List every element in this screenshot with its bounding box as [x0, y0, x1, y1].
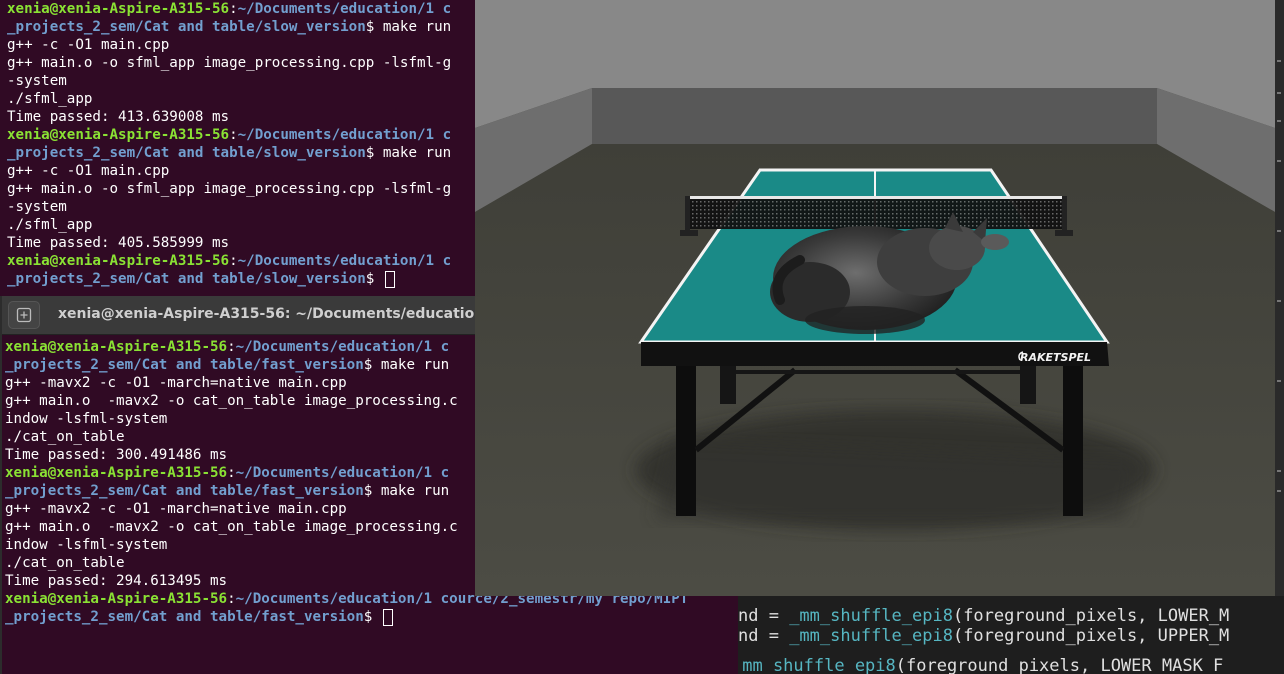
prompt-user: xenia@xenia-Aspire-A315-56	[7, 253, 230, 269]
prompt-path: ~/Documents/education/1 c	[235, 465, 450, 481]
output-text: g++ -c -O1 main.cpp	[7, 37, 170, 53]
minimap-mark	[1277, 92, 1281, 94]
code-token: (foreground_pixels, LOWER_MASK_F	[895, 656, 1224, 674]
minimap-mark	[1277, 380, 1281, 382]
prompt-path: _projects_2_sem/Cat and table/slow_versi…	[7, 19, 366, 35]
cat-on-table-render: RAKETSPEL	[475, 0, 1275, 596]
terminal-line: g++ -c -O1 main.cpp	[7, 162, 476, 180]
output-text: g++ -mavx2 -c -O1 -march=native main.cpp	[5, 375, 347, 391]
output-text: -system	[7, 199, 67, 215]
sfml-app-window[interactable]: RAKETSPEL	[475, 0, 1275, 596]
prompt-path: _projects_2_sem/Cat and table/fast_versi…	[5, 609, 364, 625]
prompt-user: xenia@xenia-Aspire-A315-56	[5, 591, 228, 607]
background-window-edge	[1275, 0, 1284, 596]
minimap-mark	[1277, 490, 1281, 492]
minimap-mark	[1277, 160, 1281, 162]
command-text: $	[365, 271, 383, 287]
prompt-path: _projects_2_sem/Cat and table/slow_versi…	[7, 145, 366, 161]
minimap-mark	[1277, 300, 1281, 302]
code-token: nd =	[738, 626, 790, 646]
prompt-separator: :	[227, 465, 236, 481]
output-text: Time passed: 294.613495 ms	[5, 573, 228, 589]
minimap-mark	[1277, 470, 1281, 472]
terminal-line: xenia@xenia-Aspire-A315-56: ~/Documents/e…	[7, 126, 476, 144]
prompt-separator: :	[229, 1, 238, 17]
terminal-line: -system	[7, 72, 476, 90]
terminal-line: -system	[7, 198, 476, 216]
output-text: ./cat_on_table	[5, 555, 125, 571]
text-cursor	[382, 609, 393, 626]
code-line: _mm_shuffle_epi8(foreground_pixels, LOWE…	[738, 656, 1223, 674]
code-editor[interactable]: nd = _mm_shuffle_epi8(foreground_pixels,…	[738, 596, 1284, 674]
output-text: Time passed: 405.585999 ms	[7, 235, 230, 251]
prompt-path: _projects_2_sem/Cat and table/fast_versi…	[5, 357, 364, 373]
code-function: _mm_shuffle_epi8	[789, 626, 953, 646]
terminal-line: _projects_2_sem/Cat and table/slow_versi…	[7, 18, 476, 36]
prompt-path: ~/Documents/education/1 c	[237, 253, 452, 269]
output-text: g++ -mavx2 -c -O1 -march=native main.cpp	[5, 501, 347, 517]
command-text: $ make run	[365, 19, 452, 35]
output-text: g++ main.o -o sfml_app image_processing.…	[7, 55, 452, 71]
prompt-user: xenia@xenia-Aspire-A315-56	[5, 339, 228, 355]
terminal-line: ./sfml_app	[7, 216, 476, 234]
terminal-window-slow[interactable]: xenia@xenia-Aspire-A315-56: ~/Documents/e…	[0, 0, 476, 296]
output-text: indow -lsfml-system	[5, 411, 168, 427]
terminal-line: _projects_2_sem/Cat and table/slow_versi…	[7, 144, 476, 162]
output-text: Time passed: 413.639008 ms	[7, 109, 230, 125]
terminal-line: g++ -c -O1 main.cpp	[7, 36, 476, 54]
prompt-separator: :	[227, 591, 236, 607]
prompt-path: ~/Documents/education/1 c	[235, 339, 450, 355]
prompt-path: ~/Documents/education/1 c	[237, 127, 452, 143]
prompt-path: _projects_2_sem/Cat and table/fast_versi…	[5, 483, 364, 499]
output-text: g++ -c -O1 main.cpp	[7, 163, 170, 179]
output-text: g++ main.o -mavx2 -o cat_on_table image_…	[5, 519, 458, 535]
code-token: nd =	[738, 606, 790, 626]
output-text: indow -lsfml-system	[5, 537, 168, 553]
table-brand-text: RAKETSPEL	[1020, 351, 1091, 364]
code-token: (foreground_pixels, LOWER_M	[952, 606, 1230, 626]
command-text: $	[363, 609, 381, 625]
prompt-user: xenia@xenia-Aspire-A315-56	[7, 127, 230, 143]
desktop: xenia@xenia-Aspire-A315-56: ~/Documents/e…	[0, 0, 1284, 674]
output-text: Time passed: 300.491486 ms	[5, 447, 228, 463]
code-function: _mm_shuffle_epi8	[789, 606, 953, 626]
output-text: ./cat_on_table	[5, 429, 125, 445]
minimap-mark	[1277, 230, 1281, 232]
code-token: (foreground_pixels, UPPER_M	[952, 626, 1230, 646]
terminal-line: g++ main.o -o sfml_app image_processing.…	[7, 54, 476, 72]
prompt-user: xenia@xenia-Aspire-A315-56	[5, 465, 228, 481]
new-tab-icon	[16, 307, 32, 323]
terminal-line: g++ main.o -o sfml_app image_processing.…	[7, 180, 476, 198]
terminal-line: xenia@xenia-Aspire-A315-56: ~/Documents/e…	[7, 252, 476, 270]
output-text: -system	[7, 73, 67, 89]
prompt-path: ~/Documents/education/1 c	[237, 1, 452, 17]
output-text: g++ main.o -mavx2 -o cat_on_table image_…	[5, 393, 458, 409]
prompt-separator: :	[229, 253, 238, 269]
terminal-line: Time passed: 405.585999 ms	[7, 234, 476, 252]
prompt-separator: :	[229, 127, 238, 143]
prompt-path: _projects_2_sem/Cat and table/slow_versi…	[7, 271, 366, 287]
output-text: g++ main.o -o sfml_app image_processing.…	[7, 181, 452, 197]
terminal-line: _projects_2_sem/Cat and table/slow_versi…	[7, 270, 476, 288]
terminal-line: xenia@xenia-Aspire-A315-56: ~/Documents/e…	[7, 0, 476, 18]
command-text: $ make run	[363, 357, 450, 373]
terminal-title: xenia@xenia-Aspire-A315-56: ~/Documents/…	[58, 306, 522, 322]
terminal-line: _projects_2_sem/Cat and table/fast_versi…	[5, 608, 738, 626]
minimap-mark	[1277, 120, 1281, 122]
minimap-mark	[1277, 60, 1281, 62]
new-tab-button[interactable]	[8, 301, 40, 329]
command-text: $ make run	[365, 145, 452, 161]
code-line: nd = _mm_shuffle_epi8(foreground_pixels,…	[738, 626, 1229, 646]
text-cursor	[384, 271, 395, 288]
prompt-separator: :	[227, 339, 236, 355]
terminal-line: ./sfml_app	[7, 90, 476, 108]
command-text: $ make run	[363, 483, 450, 499]
terminal-line: Time passed: 413.639008 ms	[7, 108, 476, 126]
prompt-user: xenia@xenia-Aspire-A315-56	[7, 1, 230, 17]
code-function: _mm_shuffle_epi8	[738, 656, 896, 674]
output-text: ./sfml_app	[7, 91, 93, 107]
output-text: ./sfml_app	[7, 217, 93, 233]
code-line: nd = _mm_shuffle_epi8(foreground_pixels,…	[738, 606, 1229, 626]
